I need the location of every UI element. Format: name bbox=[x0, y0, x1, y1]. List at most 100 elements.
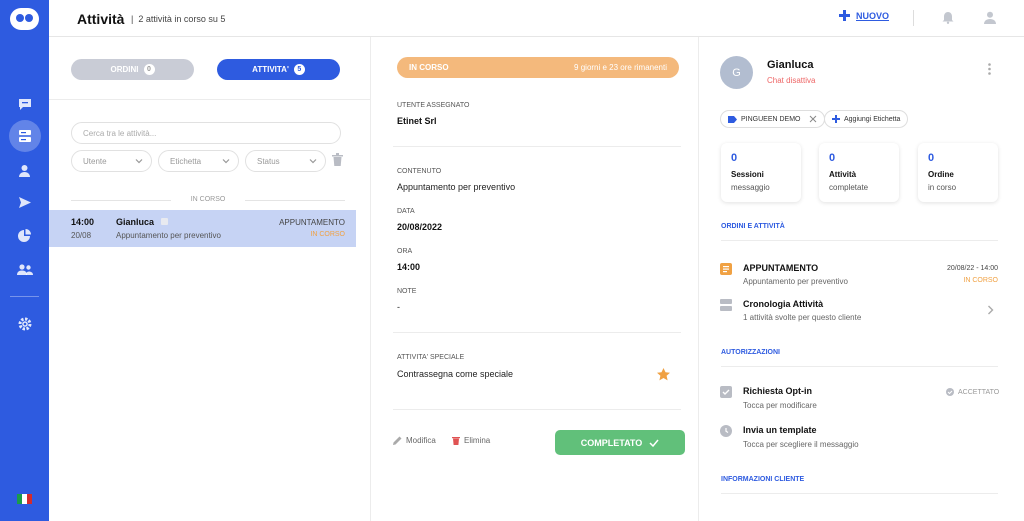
activity-list-panel: ORDINI 0 ATTIVITA' 5 Cerca tra le attivi… bbox=[49, 37, 371, 521]
optin-description: Tocca per modificare bbox=[743, 401, 817, 410]
stat-label: Attività bbox=[829, 170, 857, 179]
divider bbox=[393, 332, 681, 333]
optin-title[interactable]: Richiesta Opt-in bbox=[743, 386, 812, 396]
filter-label-label: Etichetta bbox=[170, 157, 202, 166]
divider bbox=[721, 366, 998, 367]
nav-activities[interactable] bbox=[0, 120, 49, 152]
send-icon bbox=[18, 196, 31, 208]
bell-icon[interactable] bbox=[942, 11, 954, 24]
checkbox-icon[interactable] bbox=[720, 386, 732, 398]
chat-icon bbox=[18, 98, 31, 110]
check-icon bbox=[649, 439, 659, 447]
item-status: IN CORSO bbox=[310, 231, 345, 238]
item-date: 20/08 bbox=[71, 231, 92, 240]
date-label: DATA bbox=[397, 208, 415, 215]
sidebar-divider bbox=[10, 296, 39, 297]
stat-label: Ordine bbox=[928, 170, 954, 179]
filter-status-select[interactable]: Status bbox=[245, 150, 326, 172]
divider bbox=[49, 99, 370, 100]
app-logo[interactable] bbox=[10, 8, 39, 30]
gear-icon bbox=[18, 317, 31, 331]
user-icon[interactable] bbox=[984, 11, 996, 24]
activity-list-item[interactable]: 14:00 20/08 Gianluca Appuntamento per pr… bbox=[49, 210, 356, 247]
page-title: Attività bbox=[77, 11, 125, 27]
title-separator: | bbox=[131, 14, 134, 24]
orders-toggle[interactable]: ORDINI 0 bbox=[71, 59, 194, 80]
add-tag-button[interactable]: Aggiungi Etichetta bbox=[824, 110, 909, 128]
nav-team[interactable] bbox=[0, 254, 49, 284]
stat-card-activities: 0 Attività completate bbox=[819, 143, 899, 202]
tag-icon bbox=[728, 115, 737, 123]
stat-card-sessions: 0 Sessioni messaggio bbox=[721, 143, 801, 202]
nav-settings[interactable] bbox=[0, 309, 49, 339]
plus-icon bbox=[832, 115, 840, 123]
complete-button[interactable]: COMPLETATO bbox=[555, 430, 685, 455]
notes-value: - bbox=[397, 302, 400, 312]
template-title[interactable]: Invia un template bbox=[743, 425, 817, 435]
banner-remaining-time: 9 giorni e 23 ore rimanenti bbox=[574, 63, 667, 72]
stat-sublabel: in corso bbox=[928, 183, 957, 192]
more-options-icon[interactable] bbox=[988, 63, 991, 75]
delete-button[interactable]: Elimina bbox=[452, 436, 490, 445]
banner-status: IN CORSO bbox=[409, 63, 449, 72]
customer-tag[interactable]: PINGUEEN DEMO bbox=[720, 110, 825, 128]
customer-name: Gianluca bbox=[767, 59, 814, 71]
italy-flag-icon[interactable] bbox=[17, 494, 32, 504]
chat-status: Chat disattiva bbox=[767, 76, 816, 85]
status-banner: IN CORSO 9 giorni e 23 ore rimanenti bbox=[397, 57, 679, 78]
clear-filters-trash-icon[interactable] bbox=[332, 153, 343, 166]
customer-panel: G Gianluca Chat disattiva PINGUEEN DEMO … bbox=[699, 37, 1024, 521]
item-time: 14:00 bbox=[71, 217, 95, 227]
activities-summary: 2 attività in corso su 5 bbox=[138, 14, 226, 24]
nav-chat[interactable] bbox=[0, 89, 49, 119]
activities-toggle-label: ATTIVITA' bbox=[252, 65, 289, 74]
filter-label-select[interactable]: Etichetta bbox=[158, 150, 239, 172]
stat-card-orders: 0 Ordine in corso bbox=[918, 143, 998, 202]
search-input[interactable]: Cerca tra le attività... bbox=[71, 122, 341, 144]
activities-count-badge: 5 bbox=[293, 64, 305, 75]
pencil-icon bbox=[393, 436, 402, 445]
content-value: Appuntamento per preventivo bbox=[397, 182, 516, 192]
filter-user-label: Utente bbox=[83, 157, 107, 166]
sidebar bbox=[0, 0, 49, 521]
activity-detail-panel: IN CORSO 9 giorni e 23 ore rimanenti UTE… bbox=[371, 37, 699, 521]
chevron-right-icon[interactable] bbox=[987, 305, 994, 315]
top-header: Attività | 2 attività in corso su 5 NUOV… bbox=[49, 0, 1024, 37]
appointment-status: IN CORSO bbox=[963, 277, 998, 284]
delete-label: Elimina bbox=[464, 436, 491, 445]
star-icon[interactable] bbox=[657, 368, 670, 381]
chevron-down-icon bbox=[222, 159, 230, 164]
nav-contacts[interactable] bbox=[0, 155, 49, 185]
edit-button[interactable]: Modifica bbox=[393, 436, 436, 445]
history-title[interactable]: Cronologia Attività bbox=[743, 299, 823, 309]
contacts-icon bbox=[19, 164, 30, 177]
avatar: G bbox=[720, 56, 753, 89]
appointment-title[interactable]: APPUNTAMENTO bbox=[743, 263, 818, 273]
stat-value: 0 bbox=[928, 152, 935, 164]
appointment-icon bbox=[720, 263, 732, 275]
stat-sublabel: messaggio bbox=[731, 183, 770, 192]
activities-toggle[interactable]: ATTIVITA' 5 bbox=[217, 59, 340, 80]
date-value: 20/08/2022 bbox=[397, 222, 443, 232]
complete-label: COMPLETATO bbox=[580, 437, 643, 448]
page-subtitle: | 2 attività in corso su 5 bbox=[131, 14, 225, 24]
stat-value: 0 bbox=[731, 152, 738, 164]
remove-tag-icon[interactable] bbox=[809, 115, 817, 123]
nav-stats[interactable] bbox=[0, 220, 49, 250]
divider bbox=[393, 409, 681, 410]
activities-icon bbox=[18, 130, 31, 142]
nav-campaigns[interactable] bbox=[0, 187, 49, 217]
customer-info-heading: INFORMAZIONI CLIENTE bbox=[721, 476, 805, 483]
filter-user-select[interactable]: Utente bbox=[71, 150, 152, 172]
item-type: APPUNTAMENTO bbox=[279, 218, 345, 227]
new-button[interactable]: NUOVO bbox=[839, 10, 889, 21]
authorizations-heading: AUTORIZZAZIONI bbox=[721, 349, 780, 356]
divider bbox=[721, 493, 998, 494]
clock-icon bbox=[720, 425, 732, 437]
orders-activities-heading: ORDINI E ATTIVITÀ bbox=[721, 223, 785, 230]
template-description: Tocca per scegliere il messaggio bbox=[743, 440, 859, 449]
orders-count-badge: 0 bbox=[143, 64, 155, 75]
pie-chart-icon bbox=[18, 228, 31, 242]
team-icon bbox=[16, 263, 33, 275]
assigned-user-value: Etinet Srl bbox=[397, 116, 437, 126]
